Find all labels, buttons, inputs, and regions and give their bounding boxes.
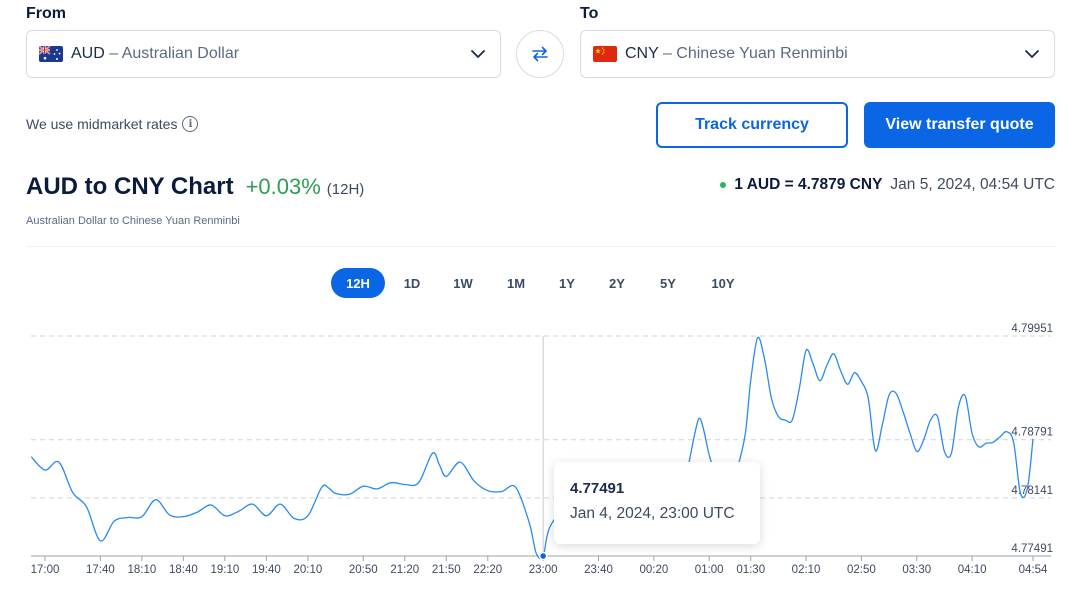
x-tick-label: 23:40 — [584, 564, 613, 576]
tab-12h[interactable]: 12H — [331, 268, 385, 298]
x-tick-label: 23:00 — [529, 564, 558, 576]
rate-timestamp: Jan 5, 2024, 04:54 UTC — [890, 176, 1055, 193]
midmarket-text: We use midmarket rates — [26, 116, 178, 132]
to-currency-code: CNY — [625, 45, 659, 62]
x-tick-label: 02:10 — [792, 564, 821, 576]
to-currency-select[interactable]: CNY – Chinese Yuan Renminbi — [580, 30, 1055, 78]
x-tick-label: 18:10 — [127, 564, 156, 576]
tab-10y[interactable]: 10Y — [702, 268, 744, 298]
change-period: (12H) — [326, 181, 365, 198]
x-tick-label: 19:40 — [252, 564, 281, 576]
x-tick-label: 20:50 — [349, 564, 378, 576]
tab-5y[interactable]: 5Y — [650, 268, 686, 298]
from-currency-name: – Australian Dollar — [109, 45, 240, 62]
live-status-dot — [720, 182, 727, 188]
from-currency-code: AUD — [71, 45, 105, 62]
x-tick-label: 00:20 — [639, 564, 668, 576]
x-axis-ticks: 17:00 17:40 18:10 18:40 19:10 19:40 20:10 20:50… — [31, 556, 1048, 576]
china-flag-icon — [593, 46, 617, 62]
australia-flag-icon — [39, 46, 63, 62]
chevron-down-icon — [471, 50, 485, 58]
x-tick-label: 18:40 — [169, 564, 198, 576]
timeframe-tabs: 12H 1D 1W 1M 1Y 2Y 5Y 10Y — [0, 268, 1080, 298]
from-label: From — [26, 5, 66, 22]
x-tick-label: 04:10 — [958, 564, 987, 576]
x-tick-label: 01:00 — [695, 564, 724, 576]
track-currency-button[interactable]: Track currency — [656, 102, 848, 148]
y-tick-label: 4.79951 — [1011, 323, 1053, 335]
swap-arrows-icon — [532, 46, 548, 62]
x-tick-label: 20:10 — [294, 564, 323, 576]
chart-gridlines — [31, 335, 1051, 499]
x-tick-label: 21:20 — [390, 564, 419, 576]
view-transfer-quote-button[interactable]: View transfer quote — [864, 102, 1055, 148]
divider — [26, 246, 1055, 247]
x-tick-label: 01:30 — [736, 564, 765, 576]
y-tick-label: 4.78141 — [1011, 485, 1053, 497]
chart-tooltip: 4.77491 Jan 4, 2024, 23:00 UTC — [554, 462, 760, 544]
chart-subtitle: Australian Dollar to Chinese Yuan Renmin… — [26, 215, 240, 227]
tab-1m[interactable]: 1M — [497, 268, 535, 298]
x-tick-label: 02:50 — [847, 564, 876, 576]
y-axis-labels: 4.79951 4.78791 4.78141 4.77491 — [1011, 323, 1053, 555]
x-tick-label: 17:00 — [31, 564, 60, 576]
from-currency-select[interactable]: AUD – Australian Dollar — [26, 30, 501, 78]
selected-point — [538, 551, 548, 561]
to-label: To — [580, 5, 599, 22]
current-rate: 1 AUD = 4.7879 CNY Jan 5, 2024, 04:54 UT… — [720, 176, 1055, 194]
rate-series-line — [30, 336, 1034, 560]
x-tick-label: 19:10 — [210, 564, 239, 576]
tab-2y[interactable]: 2Y — [599, 268, 635, 298]
chevron-down-icon — [1025, 50, 1039, 58]
x-tick-label: 03:30 — [902, 564, 931, 576]
tab-1d[interactable]: 1D — [394, 268, 430, 298]
x-tick-label: 04:54 — [1019, 564, 1048, 576]
swap-currencies-button[interactable] — [516, 30, 564, 78]
x-tick-label: 21:50 — [432, 564, 461, 576]
x-tick-label: 17:40 — [86, 564, 115, 576]
y-tick-label: 4.77491 — [1011, 543, 1053, 555]
info-icon[interactable]: i — [182, 116, 199, 132]
x-tick-label: 22:20 — [473, 564, 502, 576]
y-tick-label: 4.78791 — [1011, 427, 1053, 439]
chart-heading: AUD to CNY Chart +0.03% (12H) — [26, 173, 364, 201]
tooltip-date: Jan 4, 2024, 23:00 UTC — [570, 505, 735, 522]
to-currency-name: – Chinese Yuan Renminbi — [662, 45, 848, 62]
change-percent: +0.03% — [245, 174, 321, 199]
tab-1y[interactable]: 1Y — [549, 268, 585, 298]
midmarket-note: We use midmarket rates i — [26, 116, 199, 132]
chart-title: AUD to CNY Chart — [26, 173, 234, 200]
tooltip-value: 4.77491 — [570, 480, 625, 497]
rate-value: 1 AUD = 4.7879 CNY — [734, 176, 883, 193]
tab-1w[interactable]: 1W — [444, 268, 482, 298]
rate-line-chart[interactable]: 4.799514.787914.781414.77491 17:00 17:40 1… — [0, 310, 1080, 600]
